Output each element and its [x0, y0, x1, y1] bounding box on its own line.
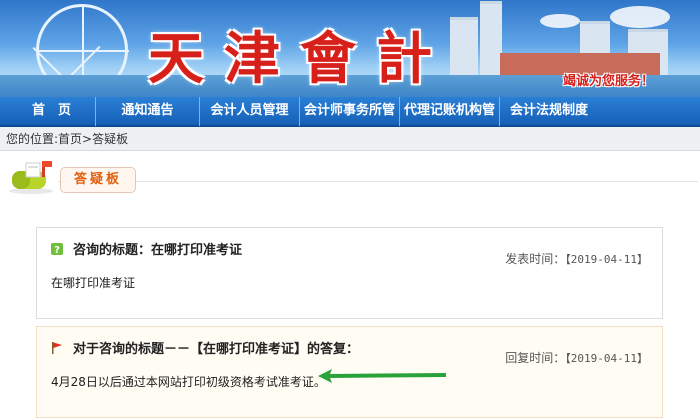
site-title-logo: 天津會計 — [148, 26, 452, 92]
answer-date-label: 回复时间： — [505, 351, 566, 365]
nav-item-home[interactable]: 首 页 — [8, 96, 96, 126]
nav-item-firm-management[interactable]: 会计师事务所管 — [300, 96, 400, 126]
answer-date: 【2019-04-11】 — [565, 352, 648, 365]
section-header: 答疑板 — [0, 155, 700, 201]
question-title: 咨询的标题：在哪打印准考证 — [73, 243, 243, 258]
answer-meta: 回复时间：【2019-04-11】 — [505, 349, 648, 366]
nav-item-agency-management[interactable]: 代理记账机构管 — [400, 96, 500, 126]
flag-icon — [52, 341, 62, 354]
cloud-shape — [610, 6, 670, 28]
main-nav: 首 页 通知通告 会计人员管理 会计师事务所管 代理记账机构管 会计法规制度 — [0, 96, 700, 127]
divider — [58, 181, 698, 182]
mailbox-icon — [9, 161, 53, 194]
nav-item-accountant-management[interactable]: 会计人员管理 — [200, 96, 300, 126]
building-shape — [450, 17, 478, 79]
breadcrumb: 您的位置:首页>答疑板 — [0, 127, 700, 151]
answer-title: 对于咨询的标题－－【在哪打印准考证】的答复： — [73, 342, 360, 357]
answer-body: 4月28日以后通过本网站打印初级资格考试准考证。 — [51, 375, 326, 389]
question-card: ? 咨询的标题：在哪打印准考证 发表时间：【2019-04-11】 在哪打印准考… — [36, 227, 663, 319]
section-tag: 答疑板 — [60, 167, 136, 193]
question-date-label: 发表时间： — [505, 252, 566, 266]
site-slogan: 竭诚为您服务！ — [562, 74, 654, 89]
nav-item-notices[interactable]: 通知通告 — [96, 96, 200, 126]
building-shape — [480, 1, 502, 79]
svg-text:?: ? — [54, 245, 60, 255]
answer-heading: 对于咨询的标题－－【在哪打印准考证】的答复： — [51, 338, 359, 357]
cloud-shape — [540, 14, 580, 28]
question-icon: ? — [51, 242, 63, 255]
question-date: 【2019-04-11】 — [565, 253, 648, 266]
green-arrow-icon — [318, 369, 446, 383]
site-banner: 天津會計 竭诚为您服务！ — [0, 0, 700, 97]
question-body: 在哪打印准考证 — [51, 276, 136, 290]
question-meta: 发表时间：【2019-04-11】 — [505, 250, 648, 267]
nav-item-regulations[interactable]: 会计法规制度 — [500, 96, 598, 126]
question-heading: ? 咨询的标题：在哪打印准考证 — [51, 239, 242, 258]
